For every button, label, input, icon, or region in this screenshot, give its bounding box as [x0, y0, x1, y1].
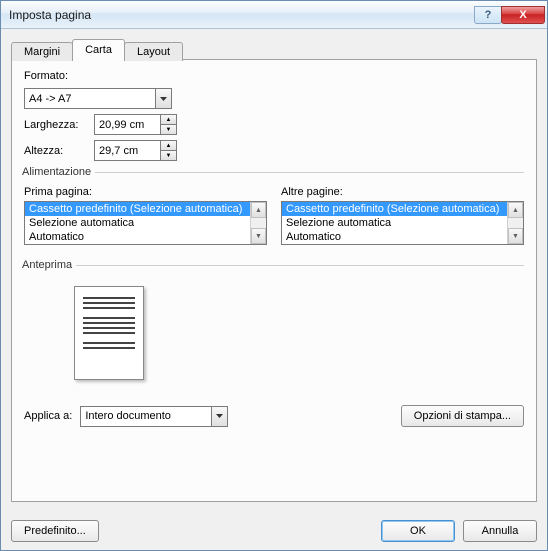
spin-up-icon[interactable]: ▲	[160, 140, 177, 150]
scrollbar[interactable]: ▲▼	[250, 202, 266, 244]
tab-panel-carta: Formato: A4 -> A7 Larghezza: ▲▼ Altezza:	[11, 59, 537, 502]
list-item[interactable]: Automatico	[25, 230, 266, 244]
tabstrip: Margini Carta Layout	[11, 37, 537, 59]
width-spinner[interactable]: ▲▼	[94, 114, 177, 135]
width-input[interactable]	[94, 114, 160, 135]
annulla-button[interactable]: Annulla	[463, 520, 537, 542]
width-label: Larghezza:	[24, 119, 94, 131]
applica-combo[interactable]: Intero documento	[80, 406, 228, 427]
alimentazione-legend: Alimentazione	[22, 166, 95, 178]
spin-down-icon[interactable]: ▼	[160, 150, 177, 161]
chevron-down-icon	[211, 406, 228, 427]
scrollbar[interactable]: ▲▼	[507, 202, 523, 244]
help-button[interactable]: ?	[474, 6, 502, 24]
page-setup-dialog: Imposta pagina ? X Margini Carta Layout …	[0, 0, 548, 551]
dialog-title: Imposta pagina	[9, 8, 475, 22]
tab-margini[interactable]: Margini	[11, 42, 73, 61]
page-preview-icon	[74, 286, 144, 380]
spin-up-icon[interactable]: ▲	[160, 114, 177, 124]
height-label: Altezza:	[24, 145, 94, 157]
list-item[interactable]: Selezione automatica	[282, 216, 523, 230]
list-item[interactable]: Selezione automatica	[25, 216, 266, 230]
opzioni-stampa-button[interactable]: Opzioni di stampa...	[401, 405, 524, 427]
predefinito-button[interactable]: Predefinito...	[11, 520, 99, 542]
dialog-footer: Predefinito... OK Annulla	[1, 512, 547, 550]
titlebar: Imposta pagina ? X	[1, 1, 547, 29]
alimentazione-section: Alimentazione Prima pagina: Cassetto pre…	[24, 166, 524, 251]
list-item[interactable]: Cassetto predefinito (Selezione automati…	[282, 202, 523, 216]
tab-carta[interactable]: Carta	[72, 39, 125, 60]
altre-pagine-listbox[interactable]: Cassetto predefinito (Selezione automati…	[281, 201, 524, 245]
applica-label: Applica a:	[24, 410, 72, 422]
anteprima-legend: Anteprima	[22, 259, 76, 271]
ok-button[interactable]: OK	[381, 520, 455, 542]
spin-down-icon[interactable]: ▼	[160, 124, 177, 135]
list-item[interactable]: Cassetto predefinito (Selezione automati…	[25, 202, 266, 216]
height-input[interactable]	[94, 140, 160, 161]
paper-size-combo[interactable]: A4 -> A7	[24, 88, 172, 109]
height-spinner[interactable]: ▲▼	[94, 140, 177, 161]
prima-pagina-label: Prima pagina:	[24, 186, 267, 198]
list-item[interactable]: Automatico	[282, 230, 523, 244]
altre-pagine-label: Altre pagine:	[281, 186, 524, 198]
prima-pagina-listbox[interactable]: Cassetto predefinito (Selezione automati…	[24, 201, 267, 245]
chevron-down-icon	[155, 88, 172, 109]
formato-section: Formato: A4 -> A7 Larghezza: ▲▼ Altezza:	[24, 70, 524, 166]
formato-legend: Formato:	[24, 70, 68, 82]
close-button[interactable]: X	[501, 6, 545, 24]
anteprima-section: Anteprima	[24, 259, 524, 393]
tab-layout[interactable]: Layout	[124, 42, 183, 61]
